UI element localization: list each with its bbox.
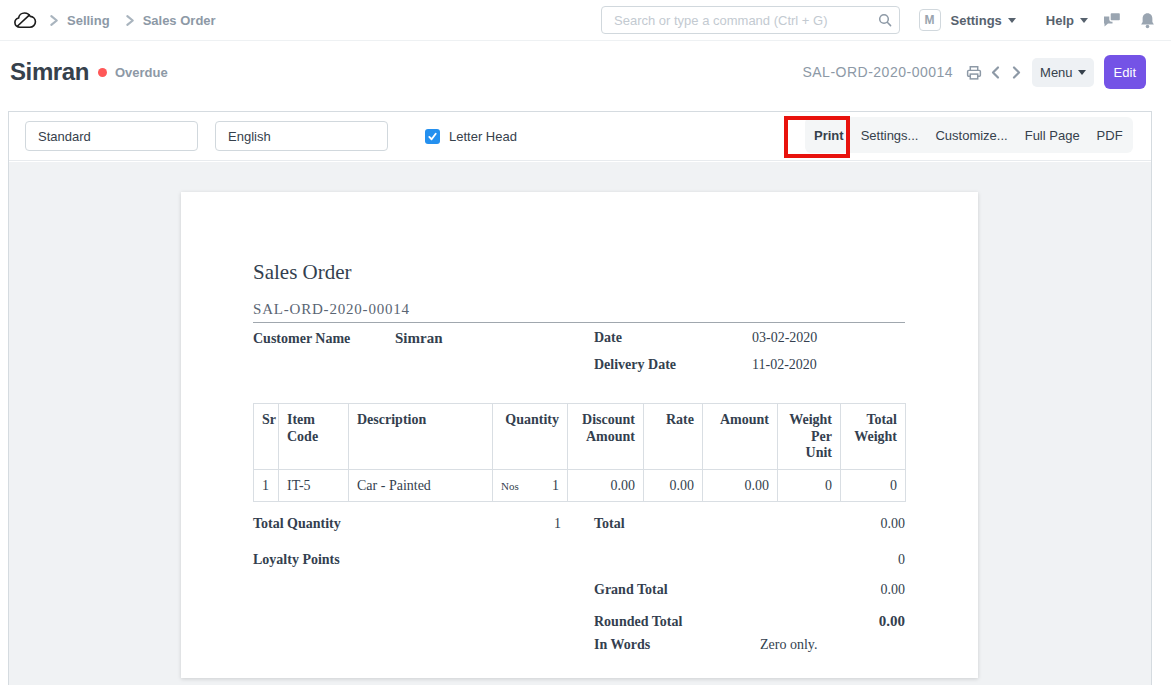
page-head: Simran Overdue SAL-ORD-2020-00014 Menu E…: [0, 41, 1171, 111]
cell-item-code: IT-5: [279, 469, 349, 502]
search-icon: [878, 13, 892, 31]
help-menu[interactable]: Help: [1046, 13, 1088, 28]
settings-menu[interactable]: Settings: [951, 13, 1016, 28]
col-description: Description: [349, 404, 493, 470]
chevron-down-icon: [1080, 18, 1088, 23]
total-quantity-value: 1: [534, 516, 594, 533]
rounded-total-value: 0.00: [752, 613, 905, 630]
print-preview-page: Sales Order SAL-ORD-2020-00014 Customer …: [181, 192, 978, 678]
print-toolbar: Standard English Letter Head Print Setti…: [9, 112, 1151, 161]
col-total-weight: Total Weight: [841, 404, 906, 470]
grand-total-value: 0.00: [752, 582, 905, 599]
cell-quantity: Nos 1: [493, 469, 568, 502]
items-table: Sr Item Code Description Quantity Discou…: [253, 403, 906, 502]
col-weight-per-unit: Weight Per Unit: [778, 404, 841, 470]
pdf-action[interactable]: PDF: [1097, 128, 1123, 143]
breadcrumb-item-sales-order[interactable]: Sales Order: [143, 13, 216, 28]
chat-icon[interactable]: [1102, 11, 1122, 29]
document-id: SAL-ORD-2020-00014: [802, 64, 953, 80]
print-preview-card: Standard English Letter Head Print Setti…: [8, 111, 1152, 685]
checkbox-checked-icon: [425, 129, 440, 144]
menu-button[interactable]: Menu: [1032, 58, 1094, 87]
rounded-total-label: Rounded Total: [594, 614, 752, 631]
col-sr: Sr: [254, 404, 279, 470]
language-select[interactable]: English: [215, 121, 388, 151]
breadcrumb-item-selling[interactable]: Selling: [67, 13, 110, 28]
delivery-date-value: 11-02-2020: [752, 357, 817, 373]
print-icon[interactable]: [965, 64, 983, 81]
notifications-bell-icon[interactable]: [1140, 12, 1155, 29]
cell-total-weight: 0: [841, 469, 906, 502]
items-table-header: Sr Item Code Description Quantity Discou…: [254, 404, 906, 470]
breadcrumb-chevron-icon: [123, 14, 136, 27]
toolbar-actions: Print Settings... Customize... Full Page…: [805, 117, 1133, 153]
app-logo-icon[interactable]: [12, 8, 39, 32]
cell-rate: 0.00: [644, 469, 703, 502]
breadcrumb-chevron-icon: [47, 14, 60, 27]
navbar-right: M Settings Help: [919, 9, 1155, 31]
uom-value: Nos: [501, 478, 519, 495]
col-rate: Rate: [644, 404, 703, 470]
settings-label: Settings: [951, 13, 1002, 28]
edit-button[interactable]: Edit: [1104, 55, 1146, 89]
in-words-label: In Words: [594, 637, 752, 654]
status-badge: Overdue: [115, 65, 168, 80]
letter-head-label: Letter Head: [449, 129, 517, 144]
print-area: Sales Order SAL-ORD-2020-00014 Customer …: [9, 162, 1151, 685]
global-search: [601, 6, 900, 34]
navbar: Selling Sales Order M Settings Help: [0, 0, 1171, 41]
menu-label: Menu: [1040, 65, 1073, 80]
doc-fields: Customer Name Simran Date 03-02-2020 Del…: [253, 330, 905, 384]
col-amount: Amount: [703, 404, 778, 470]
next-document-icon[interactable]: [1009, 65, 1023, 80]
breadcrumb: Selling Sales Order: [12, 8, 216, 32]
page-title: Simran: [10, 58, 89, 86]
print-format-select[interactable]: Standard: [25, 121, 198, 151]
print-action[interactable]: Print: [814, 128, 844, 143]
chevron-down-icon: [1078, 70, 1086, 75]
letter-head-checkbox[interactable]: Letter Head: [425, 129, 517, 144]
doc-subtitle: SAL-ORD-2020-00014: [253, 301, 905, 318]
divider: [253, 322, 905, 323]
total-value: 0.00: [752, 516, 905, 533]
customer-name-value: Simran: [395, 330, 443, 347]
loyalty-points-label: Loyalty Points: [253, 552, 534, 569]
status-indicator-dot: [98, 68, 107, 77]
search-input[interactable]: [601, 6, 900, 34]
totals-section: Total Quantity 1 Loyalty Points Total 0.…: [253, 509, 905, 661]
col-item-code: Item Code: [279, 404, 349, 470]
total-quantity-label: Total Quantity: [253, 516, 534, 533]
settings-action[interactable]: Settings...: [861, 128, 919, 143]
customer-name-label: Customer Name: [253, 331, 395, 347]
delivery-date-label: Delivery Date: [594, 357, 752, 373]
cell-description: Car - Painted: [349, 469, 493, 502]
prev-document-icon[interactable]: [989, 65, 1003, 80]
avatar[interactable]: M: [919, 9, 941, 31]
qty-value: 1: [552, 478, 559, 495]
customize-action[interactable]: Customize...: [935, 128, 1007, 143]
date-value: 03-02-2020: [752, 330, 817, 346]
loyalty-points-value: 0: [752, 552, 905, 569]
chevron-down-icon: [1008, 18, 1016, 23]
in-words-value: Zero only.: [752, 637, 905, 654]
cell-sr: 1: [254, 469, 279, 502]
full-page-action[interactable]: Full Page: [1025, 128, 1080, 143]
col-quantity: Quantity: [493, 404, 568, 470]
cell-amount: 0.00: [703, 469, 778, 502]
cell-discount-amount: 0.00: [568, 469, 644, 502]
date-label: Date: [594, 330, 752, 346]
help-label: Help: [1046, 13, 1074, 28]
grand-total-label: Grand Total: [594, 582, 752, 599]
col-discount-amount: Discount Amount: [568, 404, 644, 470]
page-actions: SAL-ORD-2020-00014 Menu Edit: [802, 55, 1146, 89]
cell-weight-per-unit: 0: [778, 469, 841, 502]
table-row: 1 IT-5 Car - Painted Nos 1 0.00 0.00 0.00…: [254, 469, 906, 502]
total-label: Total: [594, 516, 752, 533]
doc-title: Sales Order: [253, 260, 905, 284]
